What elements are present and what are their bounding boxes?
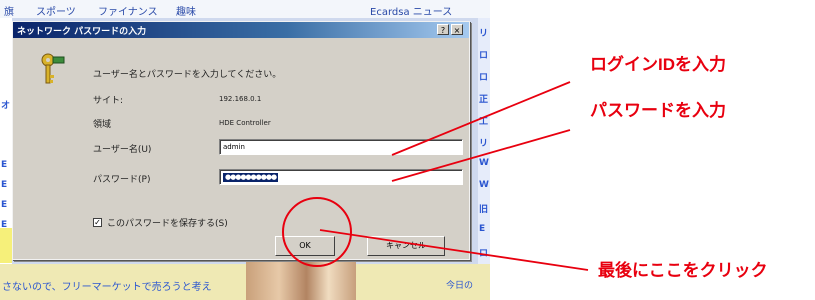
username-input[interactable]: admin xyxy=(219,139,463,155)
edge-char: E xyxy=(1,160,8,170)
edge-char: E xyxy=(1,200,8,210)
edge-char: リ xyxy=(479,29,489,39)
edge-char: 工 xyxy=(479,117,489,127)
site-value: 192.168.0.1 xyxy=(219,95,262,103)
realm-label: 領域 xyxy=(93,120,112,130)
save-password-label: このパスワードを保存する(S) xyxy=(107,219,228,229)
key-icon xyxy=(41,53,65,84)
password-annotation: パスワードを入力 xyxy=(590,101,726,120)
edge-char: ロ xyxy=(479,51,489,61)
edge-char: オ xyxy=(1,101,11,111)
close-button[interactable]: × xyxy=(451,24,463,35)
click-here-annotation: 最後にここをクリック xyxy=(598,261,768,280)
username-label: ユーザー名(U) xyxy=(93,145,152,155)
cancel-button[interactable]: キャンセル xyxy=(367,236,445,256)
edge-char: E xyxy=(479,224,486,234)
edge-char: リ xyxy=(479,139,489,149)
menu-item[interactable]: 趣味 xyxy=(176,3,196,18)
help-button[interactable]: ? xyxy=(437,24,449,35)
edge-char: 旧 xyxy=(479,205,489,215)
edge-char: W xyxy=(479,158,489,168)
browser-menu-bar: 旗 スポーツ ファイナンス 趣味 Ecardsa ニュース xyxy=(0,0,490,18)
edge-char: E xyxy=(1,180,8,190)
ok-button[interactable]: OK xyxy=(275,236,335,256)
save-password-checkbox[interactable]: ✓ xyxy=(93,218,102,227)
username-value: admin xyxy=(223,143,245,151)
network-password-dialog: ネットワーク パスワードの入力 ? × ユーザー名とパスワードを入力してください… xyxy=(12,21,470,260)
edge-char: ロ xyxy=(479,73,489,83)
dialog-message: ユーザー名とパスワードを入力してください。 xyxy=(93,70,282,80)
bottom-right-text[interactable]: 今日の xyxy=(446,278,473,291)
right-page-edge: リ ロ ロ 正 工 リ W W 旧 E ロ xyxy=(478,18,490,270)
menu-item[interactable]: 旗 xyxy=(4,3,14,18)
page-bottom-strip: さないので、フリーマーケットで売ろうと考え 今日の xyxy=(0,264,490,300)
thumbnail-photo xyxy=(246,258,356,300)
bottom-link-text[interactable]: さないので、フリーマーケットで売ろうと考え xyxy=(2,278,212,293)
dialog-titlebar: ネットワーク パスワードの入力 ? × xyxy=(13,22,469,38)
browser-screenshot: 旗 スポーツ ファイナンス 趣味 Ecardsa ニュース オ E E E E … xyxy=(0,0,490,300)
menu-item-right[interactable]: Ecardsa ニュース xyxy=(370,3,452,18)
edge-char: ロ xyxy=(479,249,489,259)
edge-char: 正 xyxy=(479,95,489,105)
yellow-banner xyxy=(0,228,12,263)
menu-item[interactable]: スポーツ xyxy=(36,3,76,18)
password-label: パスワード(P) xyxy=(93,175,151,185)
password-value: ●●●●●●●●●● xyxy=(223,173,279,182)
password-input[interactable]: ●●●●●●●●●● xyxy=(219,169,463,185)
site-label: サイト: xyxy=(93,96,124,106)
menu-item[interactable]: ファイナンス xyxy=(98,3,158,18)
edge-char: W xyxy=(479,180,489,190)
dialog-title: ネットワーク パスワードの入力 xyxy=(17,27,147,37)
realm-value: HDE Controller xyxy=(219,119,271,127)
login-id-annotation: ログインIDを入力 xyxy=(590,55,726,74)
